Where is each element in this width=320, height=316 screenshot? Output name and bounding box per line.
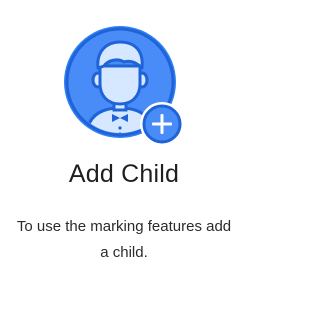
empty-state-title: Add Child	[68, 160, 180, 188]
empty-state-description: To use the marking features add a child.	[16, 218, 232, 261]
add-child-avatar-button[interactable]	[60, 22, 190, 152]
child-avatar-icon	[64, 26, 184, 146]
add-child-empty-state: Add Child To use the marking features ad…	[0, 0, 248, 316]
